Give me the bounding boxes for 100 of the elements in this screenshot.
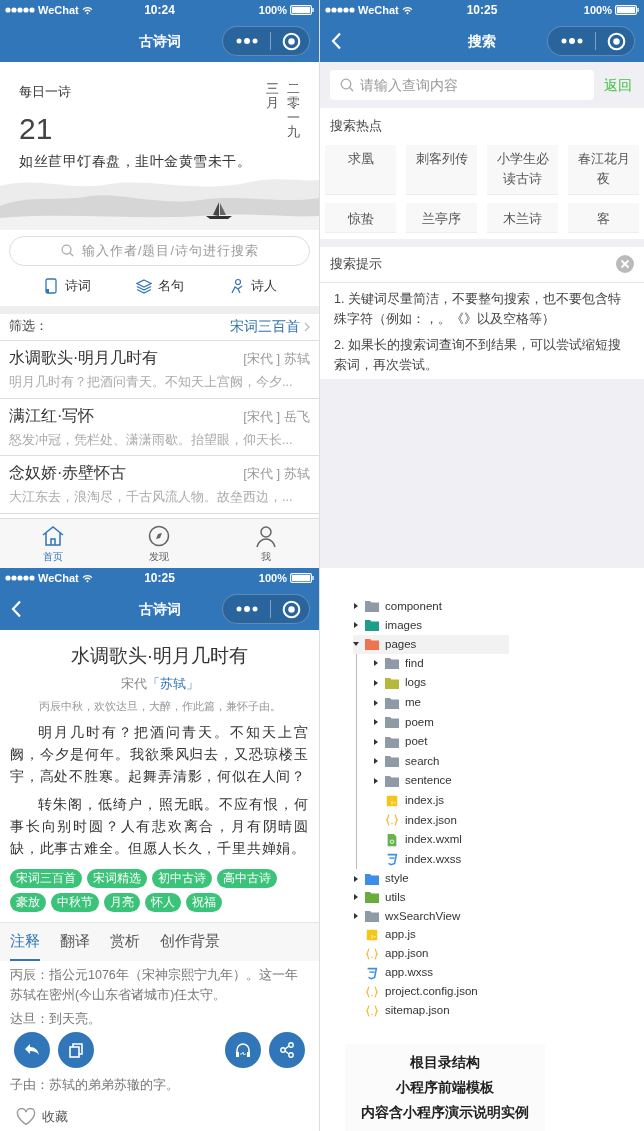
braces-icon <box>365 1003 379 1018</box>
search-field[interactable]: 输入作者/题目/诗句进行搜索 <box>9 235 310 266</box>
filter-link[interactable]: 宋词三百首 <box>230 316 310 338</box>
phone-icon <box>42 277 59 294</box>
tree-item[interactable]: style <box>353 869 509 888</box>
month-text: 三月 <box>266 82 279 111</box>
hot-search-item[interactable]: 春江花月夜 <box>568 144 639 195</box>
tab-bar-item[interactable]: 我 <box>212 519 319 568</box>
reply-button[interactable] <box>14 1031 50 1068</box>
caret-icon[interactable] <box>353 875 359 882</box>
hot-search-item[interactable]: 刺客列传 <box>406 144 477 195</box>
caret-icon[interactable] <box>353 622 359 629</box>
tree-item[interactable]: find <box>373 653 529 674</box>
audio-button[interactable] <box>225 1031 261 1068</box>
search-field[interactable]: 请输入查询内容 <box>330 70 594 100</box>
filter-label: 筛选： <box>9 318 48 336</box>
tree-item[interactable]: index.wxss <box>373 849 529 870</box>
tree-item[interactable]: sitemap.json <box>353 1001 509 1020</box>
battery-icon <box>290 5 314 15</box>
poem-title: 水调歌头·明月几时有 <box>69 644 250 668</box>
battery-percent: 100% <box>258 570 287 586</box>
tab-bar-item[interactable]: 发现 <box>106 519 213 568</box>
caret-icon[interactable] <box>353 894 359 901</box>
file-icon <box>385 832 399 847</box>
caret-icon[interactable] <box>373 660 379 667</box>
tree-item[interactable]: component <box>353 597 509 616</box>
circle-icon[interactable] <box>282 599 301 619</box>
caret-icon[interactable] <box>373 758 379 765</box>
wifi-icon <box>81 573 93 583</box>
wifi-icon <box>401 5 413 15</box>
caret-icon[interactable] <box>353 603 359 610</box>
headphones-icon <box>234 1040 252 1059</box>
tip-text: 2. 如果长的搜索词查询不到结果，可以尝试缩短搜索词，再次尝试。 <box>333 336 622 374</box>
tree-item[interactable]: poet <box>373 731 529 752</box>
tree-item[interactable]: wxSearchView <box>353 906 509 926</box>
tab[interactable]: 注释 <box>10 930 40 961</box>
tree-item[interactable]: app.json <box>353 944 509 964</box>
caret-icon[interactable] <box>353 641 359 648</box>
tab[interactable]: 创作背景 <box>160 930 220 961</box>
share-icon <box>278 1040 296 1059</box>
tab[interactable]: 翻译 <box>60 930 90 961</box>
caret-icon[interactable] <box>353 913 359 920</box>
tree-item[interactable]: me <box>373 692 529 713</box>
more-icon[interactable] <box>236 606 258 612</box>
file-icon <box>365 965 379 980</box>
caret-icon[interactable] <box>373 699 379 706</box>
poem-excerpt: 怒发冲冠，凭栏处、潇潇雨歇。抬望眼，仰天长... <box>9 431 294 449</box>
tree-item[interactable]: app.wxss <box>353 963 509 983</box>
tree-item[interactable]: images <box>353 615 509 635</box>
category-button[interactable]: 名句 <box>113 276 206 296</box>
poem-dynasty: [宋代 ] <box>243 407 280 426</box>
status-time: 10:25 <box>465 2 499 19</box>
daily-label: 每日一诗 <box>19 83 71 101</box>
heart-icon[interactable] <box>16 1108 36 1126</box>
tip-text: 1. 关键词尽量简洁，不要整句搜索，也不要包含特殊字符（例如：，。《》以及空格等） <box>333 290 622 328</box>
tree-item[interactable]: search <box>373 751 529 772</box>
caret-icon[interactable] <box>373 679 379 686</box>
hot-search-item[interactable]: 小学生必读古诗 <box>487 144 558 195</box>
back-icon <box>10 600 22 618</box>
hot-search-item[interactable]: 兰亭序 <box>406 202 477 233</box>
caret-icon[interactable] <box>373 777 379 784</box>
hot-search-item[interactable]: 求凰 <box>325 144 396 195</box>
category-button[interactable]: 诗人 <box>206 276 299 296</box>
category-button[interactable]: 诗词 <box>20 276 113 296</box>
year-text: 二零一九 <box>287 82 300 140</box>
tree-item[interactable]: project.config.json <box>353 982 509 1002</box>
tree-item[interactable]: poem <box>373 712 529 732</box>
circle-icon[interactable] <box>607 31 626 51</box>
capsule-menu[interactable] <box>222 594 310 624</box>
more-icon[interactable] <box>236 38 258 44</box>
tree-item[interactable]: pages <box>353 634 509 654</box>
hot-search-item[interactable]: 惊蛰 <box>325 202 396 233</box>
hot-search-item[interactable]: 客 <box>568 202 639 233</box>
caret-icon[interactable] <box>373 738 379 745</box>
circle-icon[interactable] <box>282 31 301 51</box>
tree-item[interactable]: index.json <box>373 810 529 830</box>
author-link[interactable]: 「苏轼」 <box>146 673 199 693</box>
tab-bar-item[interactable]: 首页 <box>0 519 107 568</box>
note-text: 子由：苏轼的弟弟苏辙的字。 <box>9 1076 180 1094</box>
tab[interactable]: 赏析 <box>110 930 140 961</box>
copy-button[interactable] <box>58 1031 94 1068</box>
tree-item[interactable]: utils <box>353 887 509 907</box>
tree-item[interactable]: logs <box>373 673 529 693</box>
file-icon <box>385 793 399 808</box>
poem-dynasty: 宋代 <box>120 674 147 693</box>
caret-icon[interactable] <box>373 719 379 726</box>
tree-item[interactable]: index.wxml <box>373 829 529 850</box>
more-icon[interactable] <box>561 38 583 44</box>
note-text: 丙辰：指公元1076年（宋神宗熙宁九年）。这一年苏轼在密州(今山东省诸城市)任太守。 <box>9 966 299 1004</box>
poem-author: 岳飞 <box>284 407 310 426</box>
tree-item[interactable]: sentence <box>373 771 529 791</box>
capsule-menu[interactable] <box>222 26 310 56</box>
share-button[interactable] <box>269 1031 305 1068</box>
home-icon <box>41 523 66 548</box>
poem-title: 水调歌头·明月几时有 <box>9 347 159 368</box>
tree-item[interactable]: app.js <box>353 925 509 945</box>
tree-item[interactable]: index.js <box>373 790 529 811</box>
braces-icon <box>365 984 379 999</box>
hot-search-item[interactable]: 木兰诗 <box>487 202 558 233</box>
capsule-menu[interactable] <box>547 26 635 56</box>
